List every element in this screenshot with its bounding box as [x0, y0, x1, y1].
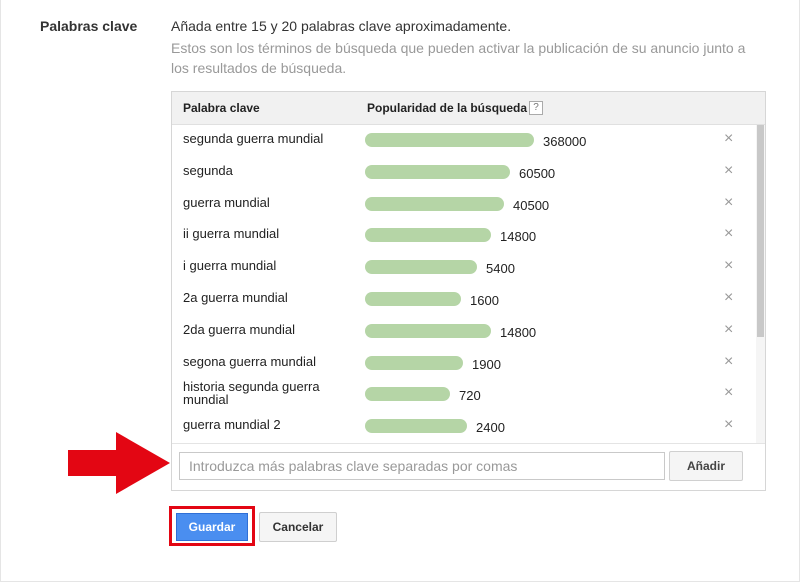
keyword-text: historia segunda guerra mundial [183, 379, 320, 408]
remove-icon[interactable]: × [724, 194, 733, 211]
popularity-bar [365, 164, 510, 179]
keyword-row: ii guerra mundial 14800 × [172, 220, 752, 252]
remove-icon[interactable]: × [724, 321, 733, 338]
help-icon[interactable]: ? [529, 101, 543, 115]
keyword-text: guerra mundial [183, 194, 270, 210]
remove-icon[interactable]: × [724, 385, 733, 401]
remove-icon[interactable]: × [724, 226, 733, 242]
keywords-table-header: Palabra clave Popularidad de la búsqueda… [172, 92, 765, 125]
popularity-value: 368000 [543, 134, 587, 149]
divider [172, 443, 765, 444]
popularity-value: 1900 [472, 356, 501, 372]
keywords-list: segunda guerra mundial 368000 × segunda 6050… [172, 125, 752, 443]
popularity-value: 720 [459, 388, 481, 404]
remove-icon[interactable]: × [724, 162, 733, 179]
remove-icon[interactable]: × [724, 417, 733, 433]
popularity-value: 2400 [476, 420, 505, 436]
keyword-text: segunda [183, 162, 233, 178]
keyword-row: segunda 60500 × [172, 157, 752, 189]
remove-icon[interactable]: × [724, 131, 733, 147]
popularity-bar [365, 419, 467, 434]
keyword-text: segona guerra mundial [183, 353, 316, 369]
popularity-bar [365, 196, 504, 211]
scrollbar-thumb[interactable] [757, 125, 764, 337]
keyword-text: 2da guerra mundial [183, 321, 296, 337]
keyword-row: i guerra mundial 5400 × [172, 252, 752, 284]
red-arrow-icon [68, 432, 170, 494]
keyword-row: guerra mundial 2 2400 × [172, 411, 752, 443]
popularity-value: 1600 [470, 293, 499, 308]
popularity-value: 40500 [513, 197, 550, 213]
popularity-bar [365, 323, 491, 338]
popularity-value: 14800 [500, 324, 537, 340]
keyword-row: 2a guerra mundial 1600 × [172, 284, 752, 316]
remove-icon[interactable]: × [724, 258, 733, 274]
keyword-row: 2da guerra mundial 14800 × [172, 316, 752, 348]
popularity-bar [365, 228, 491, 243]
keyword-row: guerra mundial 40500 × [172, 189, 752, 221]
intro-text: Añada entre 15 y 20 palabras clave aprox… [171, 18, 512, 34]
cancel-button[interactable]: Cancelar [259, 512, 337, 542]
keyword-text: segunda guerra mundial [183, 131, 324, 146]
remove-icon[interactable]: × [724, 290, 733, 306]
description-text: Estos son los términos de búsqueda que p… [171, 40, 746, 76]
keyword-text: ii guerra mundial [183, 226, 280, 242]
popularity-bar [365, 355, 463, 370]
popularity-bar [365, 292, 461, 306]
popularity-value: 5400 [486, 261, 515, 277]
add-button[interactable]: Añadir [669, 451, 743, 481]
scrollbar[interactable] [756, 125, 765, 443]
section-title: Palabras clave [40, 18, 138, 34]
keyword-text: i guerra mundial [183, 258, 277, 274]
keyword-row: segunda guerra mundial 368000 × [172, 125, 752, 157]
keyword-row: segona guerra mundial 1900 × [172, 348, 752, 380]
popularity-value: 60500 [519, 165, 556, 181]
header-keyword: Palabra clave [183, 101, 260, 115]
keywords-box: Palabra clave Popularidad de la búsqueda… [171, 91, 766, 491]
header-popularity: Popularidad de la búsqueda [367, 101, 528, 115]
popularity-bar [365, 260, 477, 275]
save-button[interactable]: Guardar [176, 513, 248, 541]
keyword-text: 2a guerra mundial [183, 290, 288, 305]
popularity-bar [365, 133, 534, 147]
keyword-text: guerra mundial 2 [183, 417, 281, 433]
keyword-input[interactable] [179, 452, 665, 480]
remove-icon[interactable]: × [724, 353, 733, 370]
keyword-row: historia segunda guerra mundial 720 × [172, 379, 752, 411]
popularity-value: 14800 [500, 229, 537, 245]
popularity-bar [365, 387, 450, 402]
